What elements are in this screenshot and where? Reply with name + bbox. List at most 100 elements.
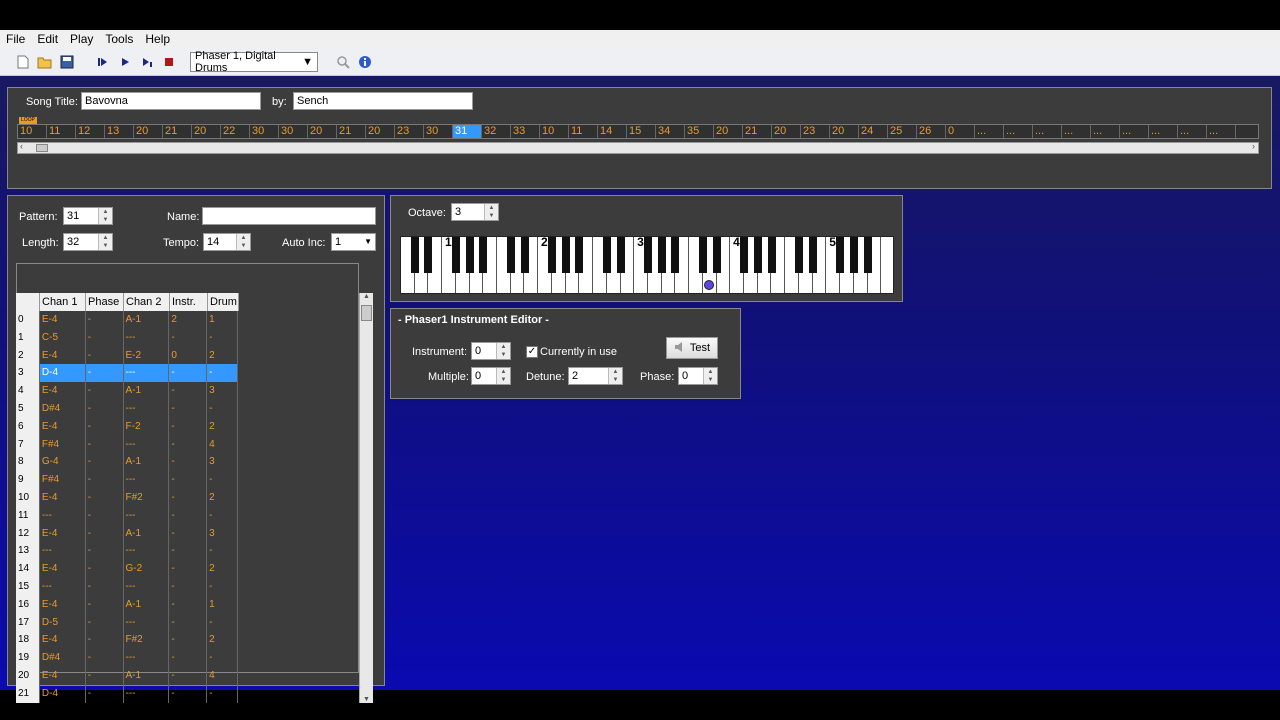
pattern-cell[interactable]: D#4 [40,649,86,667]
pattern-cell[interactable]: 3 [207,524,238,543]
currently-in-use-checkbox[interactable]: ✓ [526,346,538,358]
pattern-cell[interactable]: --- [124,542,170,561]
pattern-cell[interactable]: - [169,560,208,578]
piano-black-key[interactable] [712,237,721,273]
pattern-cell[interactable]: G-4 [40,453,86,472]
pattern-cell[interactable]: 2 [207,417,238,436]
order-cell[interactable]: 23 [395,125,424,138]
pattern-cell[interactable]: A-1 [124,311,170,329]
pattern-cell[interactable]: - [169,577,208,596]
order-cell[interactable]: ... [1149,125,1178,138]
pattern-cell[interactable]: - [169,488,208,507]
grid-column-header[interactable]: Instr. [170,293,208,311]
pattern-cell[interactable]: - [169,542,208,561]
pattern-cell[interactable]: - [169,471,208,489]
pattern-cell[interactable]: --- [40,577,86,596]
pattern-row[interactable]: 13 --- - --- - - [16,542,238,561]
order-cell[interactable]: 20 [830,125,859,138]
song-title-input[interactable]: Bavovna [81,92,261,110]
pattern-cell[interactable]: E-4 [40,560,86,578]
pattern-cell[interactable]: - [86,613,124,632]
menu-play[interactable]: Play [64,32,99,46]
detune-stepper[interactable]: 2 ▲ ▼ [568,367,623,385]
pattern-cell[interactable]: - [207,399,238,418]
pattern-number-stepper[interactable]: 31 ▲ ▼ [63,207,113,225]
pattern-row[interactable]: 4 E-4- A-1-3 [16,382,238,400]
piano-black-key[interactable] [602,237,611,273]
menu-edit[interactable]: Edit [31,32,64,46]
pattern-cell[interactable]: E-4 [40,666,86,685]
piano-black-key[interactable] [657,237,666,273]
pattern-cell[interactable]: - [86,577,124,596]
piano-black-key[interactable] [808,237,817,273]
loop-marker[interactable]: LOOP [19,117,37,124]
pattern-cell[interactable]: - [169,435,208,454]
order-cell[interactable]: 22 [221,125,250,138]
order-cell[interactable]: 20 [192,125,221,138]
piano-black-key[interactable] [849,237,858,273]
order-cell[interactable]: 31 [453,125,482,138]
scroll-up-icon[interactable]: ▲ [363,293,370,300]
pattern-cell[interactable]: - [207,613,238,632]
play-from-start-icon[interactable] [95,54,111,70]
info-icon[interactable] [357,54,373,70]
pattern-cell[interactable]: E-4 [40,346,86,365]
pattern-cell[interactable]: - [86,435,124,454]
pattern-row[interactable]: 19 D#4- --- - - [16,649,238,667]
pattern-row[interactable]: 5 D#4- --- - - [16,399,238,418]
pattern-cell[interactable]: E-4 [40,417,86,436]
pattern-cell[interactable]: - [207,684,238,703]
piano-black-key[interactable] [424,237,433,273]
pattern-cell[interactable]: D-4 [40,684,86,703]
piano-black-key[interactable] [616,237,625,273]
order-cell[interactable]: 12 [76,125,105,138]
piano-black-key[interactable] [863,237,872,273]
pattern-cell[interactable]: D#4 [40,399,86,418]
pattern-cell[interactable]: - [86,560,124,578]
pattern-cell[interactable]: - [169,506,208,525]
pattern-row[interactable]: 15 --- - --- - - [16,577,238,596]
order-cell[interactable]: ... [1033,125,1062,138]
order-cell[interactable]: 33 [511,125,540,138]
menu-help[interactable]: Help [139,32,176,46]
pattern-row[interactable]: 16 E-4- A-1-1 [16,595,238,614]
piano-black-key[interactable] [836,237,845,273]
pattern-cell[interactable]: F#2 [124,488,170,507]
pattern-cell[interactable]: E-2 [124,346,170,365]
pattern-cell[interactable]: - [86,684,124,703]
pattern-cell[interactable]: - [86,542,124,561]
pattern-cell[interactable]: - [86,328,124,347]
pattern-row[interactable]: 6 E-4- F-2-2 [16,417,238,436]
pattern-cell[interactable]: - [86,417,124,436]
pattern-cell[interactable]: --- [124,577,170,596]
spin-arrows-icon[interactable]: ▲ ▼ [484,204,498,220]
piano-black-key[interactable] [465,237,474,273]
octave-stepper[interactable]: 3 ▲ ▼ [451,203,499,221]
order-cell[interactable]: 23 [801,125,830,138]
pattern-row[interactable]: 10 E-4- F#2-2 [16,488,238,507]
pattern-row[interactable]: 11 --- - --- - - [16,506,238,525]
order-scrollbar-thumb[interactable] [36,144,48,152]
pattern-cell[interactable]: - [169,631,208,650]
spin-arrows-icon[interactable]: ▲ ▼ [703,368,717,384]
pattern-cell[interactable]: - [86,488,124,507]
order-cell[interactable]: ... [1207,125,1236,138]
pattern-cell[interactable]: D-4 [39,364,86,383]
pattern-cell[interactable]: --- [123,364,170,383]
pattern-cell[interactable]: - [207,542,238,561]
pattern-row[interactable]: 7 F#4- --- -4 [16,435,238,454]
pattern-cell[interactable]: E-4 [40,311,86,329]
pattern-cell[interactable]: A-1 [124,453,170,472]
pattern-cell[interactable]: D-5 [40,613,86,632]
order-cell[interactable]: ... [975,125,1004,138]
pattern-cell[interactable]: - [169,417,208,436]
order-cell[interactable]: 24 [859,125,888,138]
pattern-cell[interactable]: - [85,364,124,383]
order-cell[interactable]: 14 [598,125,627,138]
piano-black-key[interactable] [561,237,570,273]
pattern-cell[interactable]: A-1 [124,595,170,614]
scroll-left-icon[interactable]: ‹ [20,141,23,151]
order-cell[interactable]: ... [1120,125,1149,138]
scroll-down-icon[interactable]: ▼ [363,696,370,703]
order-cell[interactable]: 30 [424,125,453,138]
